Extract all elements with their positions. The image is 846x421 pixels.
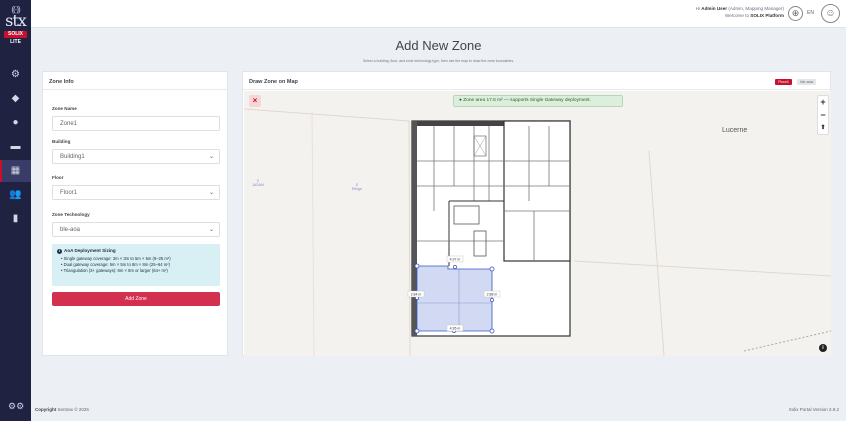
add-zone-button[interactable]: Add Zone <box>52 292 220 306</box>
clear-drawing-button[interactable]: × <box>249 95 261 107</box>
zone-technology-value: ble-aoa <box>60 227 81 233</box>
floor-value: Floor1 <box>60 190 78 196</box>
zone-name-input[interactable]: Zone1 <box>52 116 220 131</box>
building-select[interactable]: Building1 ⌄ <box>52 149 220 164</box>
info-icon: i <box>57 249 62 254</box>
dashboard-icon: ⚙ <box>11 69 20 80</box>
map-poi-jadam: ⚲ JADAM <box>252 179 264 187</box>
sidebar-item-zones[interactable]: ▦ <box>0 160 31 182</box>
poi-ethige-label: Ethige <box>352 187 362 191</box>
language-globe-button[interactable]: ⊕ <box>788 6 803 21</box>
measure-top-label: 4.97 m <box>450 258 461 262</box>
zoom-controls: + − ⬆ <box>817 95 829 135</box>
map-city-label: Lucerne <box>722 127 748 134</box>
sidebar-item-tags[interactable]: ◆ <box>0 88 31 110</box>
aoa-sizing-title-text: AoA Deployment Sizing <box>64 248 116 253</box>
document-icon: ▮ <box>12 213 19 224</box>
sidebar-item-users[interactable]: 👥 <box>0 184 31 206</box>
sizing-line-dual-text: Dual gateway coverage: 5m × 5m to 8m × 8… <box>63 262 171 267</box>
zone-name-label: Zone Name <box>52 106 77 111</box>
map-poi-ethige: ⚲ Ethige <box>352 183 362 191</box>
zone-technology-label: Zone Technology <box>52 212 90 217</box>
footer-version: Solix Portal Version 2.9.2 <box>788 407 839 412</box>
map-card-title: Draw Zone on Map <box>243 72 830 90</box>
zone-name-value: Zone1 <box>60 121 78 127</box>
sidebar-item-devices[interactable]: ● <box>0 112 31 134</box>
map-canvas[interactable]: 4.97 m 2.84 m 2.88 m 4.95 m × ● Zone are… <box>244 91 831 356</box>
user-name: Admin User <box>701 6 728 11</box>
chevron-down-icon: ⌄ <box>208 154 214 160</box>
globe-icon: ⊕ <box>791 8 800 18</box>
zone-technology-select[interactable]: ble-aoa ⌄ <box>52 222 220 237</box>
platform-name: SOLIX Platform <box>750 12 784 18</box>
measure-bottom-label: 4.95 m <box>450 327 461 331</box>
sidebar: ((·)) stx SOLIX LITE ⚙ ◆ ● ▬ ▦ 👥 ▮ ⚙⚙ <box>0 0 31 421</box>
zone-area-toast: ● Zone area 17.6 m² — supports Single Ga… <box>453 95 623 107</box>
settings-icon[interactable]: ⚙⚙ <box>8 401 24 412</box>
measure-left-label: 2.84 m <box>411 293 422 297</box>
check-circle-icon: ● <box>459 98 462 103</box>
sidebar-item-gateways[interactable]: ▬ <box>0 136 31 158</box>
tablet-icon: ▬ <box>10 141 21 152</box>
user-icon: ☺ <box>825 8 836 19</box>
aoa-sizing-info: i AoA Deployment Sizing • Single gateway … <box>52 244 220 286</box>
page-subtitle: Select a building, floor, and zone techn… <box>362 59 515 63</box>
sizing-line-single-text: Single gateway coverage: 3m × 3m to 5m ×… <box>63 256 171 261</box>
building-label: Building <box>52 139 71 144</box>
chevron-down-icon: ⌄ <box>208 227 214 233</box>
greeting-prefix: Hi <box>695 6 700 11</box>
sizing-line-triangulation-text: Triangulation (3+ gateways): 8m × 8m or … <box>63 268 168 273</box>
draw-zone-map-card: Draw Zone on Map Floor1 ble-aoa 4.97 m 2… <box>242 71 831 356</box>
zoom-in-button[interactable]: + <box>818 96 828 109</box>
floor-label: Floor <box>52 175 64 180</box>
chevron-down-icon: ⌄ <box>208 190 214 196</box>
logo-wordmark: stx <box>5 11 27 30</box>
zone-info-title: Zone Info <box>43 72 227 90</box>
top-header: Hi Admin User (Admin, Mapping Manager) W… <box>31 0 846 28</box>
users-icon: 👥 <box>9 189 22 200</box>
zone-area-message: Zone area 17.6 m² — supports Single Gate… <box>463 98 591 103</box>
technology-badge: ble-aoa <box>797 79 816 85</box>
zone-info-card: Zone Info Zone Name Zone1 Building Build… <box>42 71 228 356</box>
welcome-prefix: Welcome to <box>724 12 750 18</box>
user-greeting: Hi Admin User (Admin, Mapping Manager) W… <box>696 6 784 19</box>
tag-icon: ◆ <box>11 93 20 104</box>
measure-right-label: 2.88 m <box>487 293 498 297</box>
copyright-label: Copyright <box>35 407 57 412</box>
zoom-out-button[interactable]: − <box>818 109 828 122</box>
sizing-line-triangulation: • Triangulation (3+ gateways): 8m × 8m o… <box>61 268 168 273</box>
footer-copyright: Copyright Sentrax © 2026 <box>35 407 89 412</box>
page-title: Add New Zone <box>395 38 482 53</box>
copyright-text: Sentrax © 2026 <box>57 407 89 412</box>
logo-brand: SOLIX <box>4 31 27 38</box>
user-avatar-button[interactable]: ☺ <box>821 4 840 23</box>
map-attribution-button[interactable]: i <box>819 344 827 352</box>
poi-jadam-label: JADAM <box>252 183 264 187</box>
compass-button[interactable]: ⬆ <box>818 122 828 135</box>
building-icon: ▦ <box>10 165 21 176</box>
circle-icon: ● <box>12 117 19 128</box>
floor-badge: Floor1 <box>775 79 792 85</box>
sidebar-item-dashboard[interactable]: ⚙ <box>0 64 31 86</box>
floor-select[interactable]: Floor1 ⌄ <box>52 185 220 200</box>
language-code[interactable]: EN <box>807 10 814 16</box>
sidebar-item-reports[interactable]: ▮ <box>0 208 31 230</box>
logo-edition: LITE <box>10 39 21 45</box>
solix-lite-logo[interactable]: ((·)) stx SOLIX LITE <box>2 6 29 58</box>
building-value: Building1 <box>60 154 85 160</box>
user-roles: (Admin, Mapping Manager) <box>728 6 784 11</box>
aoa-sizing-title: i AoA Deployment Sizing <box>57 248 215 254</box>
